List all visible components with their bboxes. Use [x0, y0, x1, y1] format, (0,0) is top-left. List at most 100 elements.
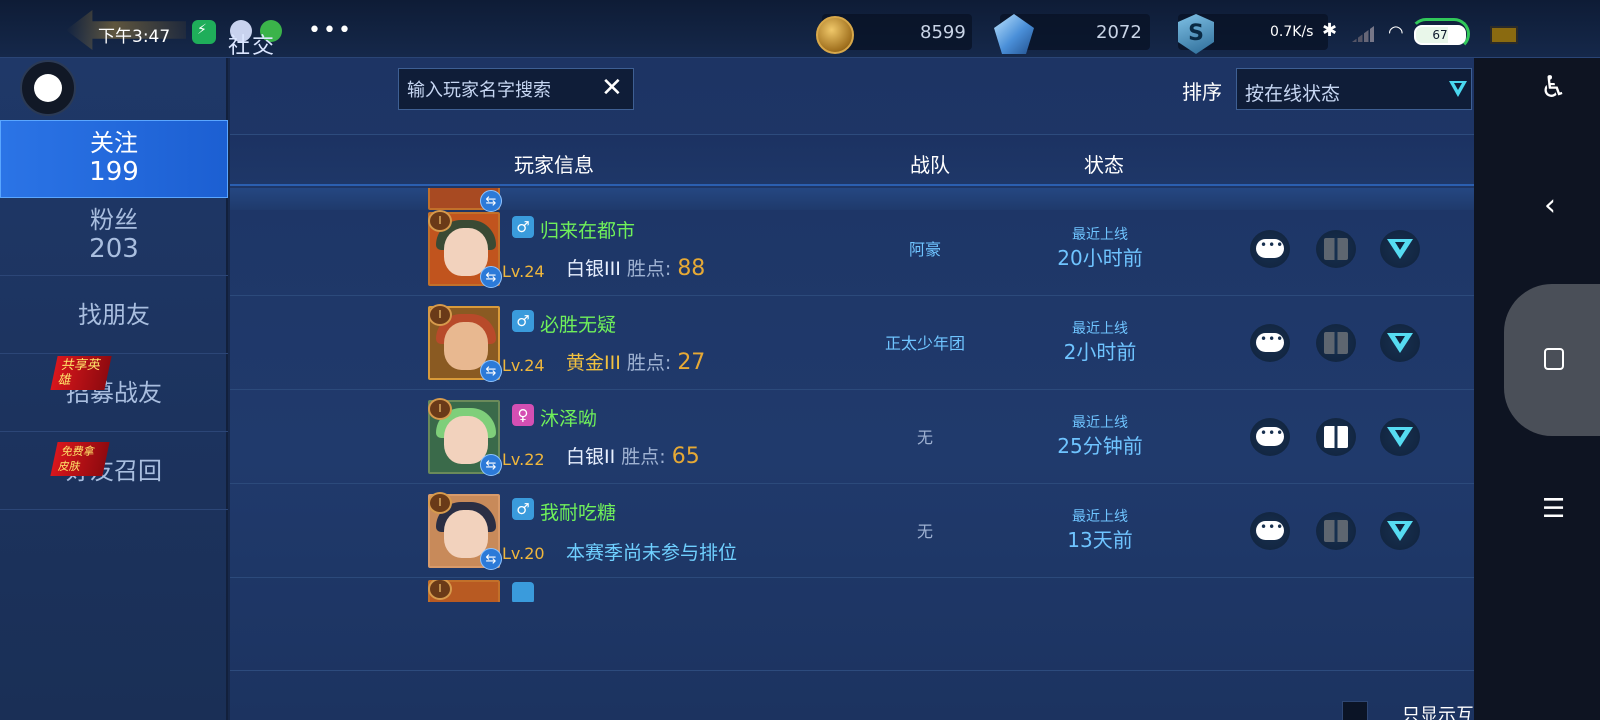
avatar-face — [444, 416, 488, 464]
team-name: 阿豪 — [908, 240, 941, 259]
points-value: 27 — [677, 350, 706, 375]
floating-assist-button[interactable] — [20, 60, 76, 116]
status-label: 最近上线 — [1072, 509, 1128, 525]
signal-icon — [1352, 26, 1374, 42]
male-icon: ♂ — [512, 310, 534, 332]
chat-bubble-icon[interactable] — [1250, 512, 1290, 550]
points-label: 胜点: — [626, 352, 672, 374]
sort-select[interactable]: 按在线状态 — [1236, 68, 1472, 110]
chevron-down-icon[interactable] — [1380, 512, 1420, 550]
gift-icon[interactable] — [1316, 512, 1356, 550]
search-input[interactable] — [407, 77, 593, 103]
swap-icon: ⇆ — [480, 548, 502, 570]
gift-icon[interactable] — [1316, 418, 1356, 456]
rank-emblem-icon: I — [428, 492, 452, 514]
team-name: 无 — [916, 428, 933, 447]
status-clock: 下午3:47 — [98, 27, 171, 47]
chevron-down-icon[interactable] — [1380, 230, 1420, 268]
chevron-down-icon[interactable] — [1380, 324, 1420, 362]
gift-icon[interactable] — [1316, 230, 1356, 268]
team-name: 正太少年团 — [884, 334, 965, 353]
close-icon[interactable]: ✕ — [601, 73, 623, 103]
player-name: 沐泽呦 — [540, 408, 598, 430]
recall-tag-badge: 免费拿皮肤 — [50, 442, 110, 476]
nav-find-friends-label: 找朋友 — [78, 301, 150, 329]
nav-recruit-label: 招募战友 — [66, 379, 162, 407]
player-rank: 白银III 胜点: 88 — [566, 254, 705, 281]
points-label: 胜点: — [621, 446, 666, 468]
rank-name: 白银III — [566, 258, 621, 280]
rank-emblem-icon: I — [428, 304, 452, 326]
more-notifications-icon: ••• — [308, 18, 353, 43]
nav-fans-label: 粉丝 — [90, 206, 138, 234]
ranked-note: 本赛季尚未参与排位 — [566, 542, 738, 564]
nav-recall[interactable]: 免费拿皮肤 好友召回 — [0, 432, 228, 510]
table-row[interactable]: I ⇆ ♂ 归来在都市 Lv.24 白银III 胜点: 88 阿豪 最近上线 2… — [230, 202, 1474, 296]
points-value: 88 — [677, 256, 706, 281]
rank-emblem-icon: I — [428, 398, 452, 420]
sort-value: 按在线状态 — [1245, 83, 1341, 105]
chat-bubble-icon[interactable] — [1250, 230, 1290, 268]
nav-follow[interactable]: 关注 199 — [0, 120, 228, 198]
list-item-partial: I — [230, 580, 1474, 602]
swap-icon: ⇆ — [480, 360, 502, 382]
team-name: 无 — [916, 522, 933, 541]
points-label: 胜点: — [626, 258, 672, 280]
swap-icon: ⇆ — [480, 454, 502, 476]
player-name: 必胜无疑 — [540, 314, 617, 336]
left-nav: 关注 199 粉丝 203 找朋友 共享英雄 招募战友 免费拿皮肤 好友召回 — [0, 58, 228, 720]
avatar[interactable]: I ⇆ — [428, 304, 502, 382]
nav-follow-label: 关注 — [90, 129, 138, 157]
nav-fans-count: 203 — [89, 234, 139, 264]
page-title: 社交 — [228, 34, 277, 59]
chat-bubble-icon[interactable] — [1250, 324, 1290, 362]
status-time: 13天前 — [1067, 528, 1133, 552]
player-rank: 黄金III 胜点: 27 — [566, 348, 705, 375]
sort-label: 排序 — [1182, 80, 1222, 104]
avatar-face — [444, 228, 488, 276]
male-icon: ♂ — [512, 498, 534, 520]
gold-coin-icon — [816, 16, 854, 54]
back-icon[interactable]: ‹ — [1544, 188, 1556, 223]
gift-icon[interactable] — [1316, 324, 1356, 362]
mutual-only-checkbox[interactable] — [1342, 701, 1368, 720]
male-icon — [512, 582, 534, 602]
nav-recall-label: 好友召回 — [66, 457, 162, 485]
player-level: Lv.22 — [502, 450, 545, 469]
accessibility-icon[interactable]: ♿ — [1540, 70, 1567, 105]
player-name: 归来在都市 — [540, 220, 636, 242]
player-level: Lv.24 — [502, 262, 545, 281]
chevron-down-icon[interactable] — [1380, 418, 1420, 456]
rank-name: 黄金III — [566, 352, 621, 374]
header-status: 状态 — [1084, 153, 1124, 177]
battery-level: 67 — [1414, 25, 1466, 45]
player-level: Lv.20 — [502, 544, 545, 563]
player-list[interactable]: ⇆ I ⇆ ♂ 归来在都市 Lv.24 白银III 胜点: 88 阿豪 最近上线… — [230, 188, 1474, 668]
gold-amount: 8599 — [920, 22, 966, 43]
status-time: 25分钟前 — [1057, 434, 1143, 458]
table-row[interactable]: I ⇆ ♀ 沐泽呦 Lv.22 白银II 胜点: 65 无 最近上线 25分钟前 — [230, 390, 1474, 484]
nav-fans[interactable]: 粉丝 203 — [0, 198, 228, 276]
wifi-icon: ◠ — [1388, 22, 1404, 43]
nav-recruit[interactable]: 共享英雄 招募战友 — [0, 354, 228, 432]
table-row[interactable]: I ⇆ ♂ 必胜无疑 Lv.24 黄金III 胜点: 27 正太少年团 最近上线… — [230, 296, 1474, 390]
table-row[interactable]: I ⇆ ♂ 我耐吃糖 Lv.20 本赛季尚未参与排位 无 最近上线 13天前 — [230, 484, 1474, 578]
header-player-info: 玩家信息 — [514, 153, 594, 177]
avatar[interactable]: I ⇆ — [428, 398, 502, 476]
table-header: 玩家信息 战队 状态 — [230, 134, 1474, 186]
menu-icon[interactable]: ☰ — [1542, 494, 1565, 524]
home-icon[interactable] — [1544, 348, 1564, 370]
avatar[interactable]: I ⇆ — [428, 492, 502, 570]
list-footer: 只显示互相关注 — [230, 670, 1528, 720]
chat-bubble-icon[interactable] — [1250, 418, 1290, 456]
nav-find-friends[interactable]: 找朋友 — [0, 276, 228, 354]
swap-icon: ⇆ — [480, 266, 502, 288]
header-team: 战队 — [910, 153, 950, 177]
player-rank: 白银II 胜点: 65 — [566, 442, 700, 469]
security-app-icon — [192, 20, 216, 44]
friend-list-panel: ✕ 排序 按在线状态 玩家信息 战队 状态 ⇆ I ⇆ ♂ 归来在都市 Lv.2… — [230, 58, 1528, 720]
gem-amount: 2072 — [1096, 22, 1142, 43]
network-speed: 0.7K/s — [1270, 24, 1314, 40]
avatar[interactable]: I ⇆ — [428, 210, 502, 288]
status-time: 20小时前 — [1057, 246, 1143, 270]
